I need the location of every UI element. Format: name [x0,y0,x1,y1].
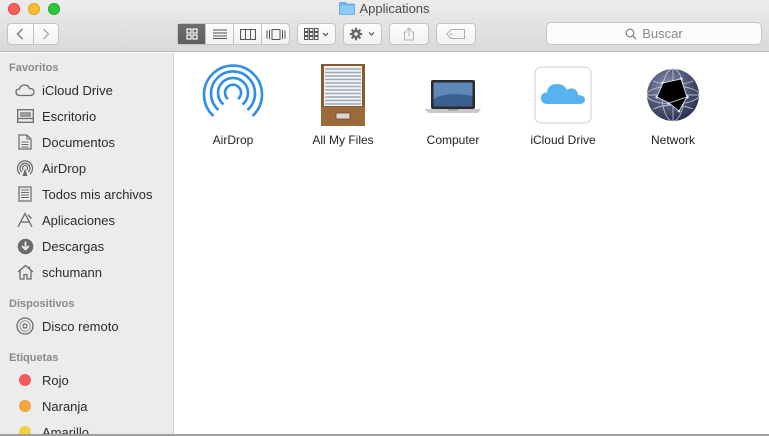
list-view-icon [212,29,227,39]
action-button[interactable] [343,23,382,45]
window-title: Applications [0,1,769,16]
search-field[interactable]: Buscar [546,22,762,45]
file-item-label: Computer [426,133,480,147]
sidebar-item-label: Descargas [42,238,105,254]
list-view-button[interactable] [205,24,233,44]
sidebar-item-label: Documentos [42,134,115,150]
sidebar-item-todos-mis-archivos[interactable]: Todos mis archivos [15,183,173,205]
network-globe-icon [646,68,700,122]
sidebar-section-tags: Etiquetas [9,352,59,364]
sidebar-item-label: schumann [42,264,102,280]
applications-icon [17,212,33,228]
column-view-icon [239,28,256,40]
desktop-icon [16,109,34,123]
sidebar-section-favorites: Favoritos [9,62,59,74]
cloud-icon [15,84,35,97]
all-files-icon [18,186,32,202]
file-cabinet-icon [321,64,365,126]
icloud-drive-icon [534,66,592,124]
file-item-label: AirDrop [212,133,254,147]
sidebar-item-label: AirDrop [42,160,87,176]
airdrop-large-icon [202,64,264,126]
chevron-right-icon [42,28,50,40]
file-item-label: All My Files [312,133,374,147]
sidebar-item-icloud-drive[interactable]: iCloud Drive [15,79,173,101]
sidebar-item-label: Naranja [42,398,88,414]
gear-icon [349,27,374,41]
folder-icon [339,2,356,15]
sidebar-item-disco-remoto[interactable]: Disco remoto [15,315,173,337]
file-item-computer[interactable]: Computer [403,61,503,161]
search-icon [625,28,637,40]
tag-button[interactable] [436,23,476,45]
airdrop-icon [16,160,34,176]
file-item-label: Network [650,133,695,147]
back-button[interactable] [8,24,33,44]
orange-tag-dot-icon [19,400,31,412]
sidebar-item-label: Todos mis archivos [42,186,153,202]
file-browser-content: AirDrop All My Files Computer iCloud Dri… [175,53,769,436]
file-item-label: iCloud Drive [530,133,596,147]
chevron-left-icon [16,28,24,40]
home-icon [17,264,33,280]
navigation-buttons [7,23,59,45]
sidebar-section-devices: Dispositivos [9,298,75,310]
arrange-button[interactable] [297,23,336,45]
laptop-icon [425,80,481,113]
arrange-grid-icon [303,28,328,40]
title-bar: Applications Buscar [0,0,769,52]
sidebar-item-label: Rojo [42,372,69,388]
sidebar-item-escritorio[interactable]: Escritorio [15,105,173,127]
file-item-airdrop[interactable]: AirDrop [183,61,283,161]
sidebar-item-documentos[interactable]: Documentos [15,131,173,153]
sidebar-item-airdrop[interactable]: AirDrop [15,157,173,179]
sidebar-item-label: iCloud Drive [42,82,113,98]
share-icon [404,27,414,41]
sidebar-item-descargas[interactable]: Descargas [15,235,173,257]
red-tag-dot-icon [19,374,31,386]
share-button[interactable] [389,23,429,45]
file-item-all-my-files[interactable]: All My Files [293,61,393,161]
file-item-network[interactable]: Network [623,61,723,161]
download-icon [17,238,33,254]
sidebar-item-label: Disco remoto [42,318,119,334]
column-view-button[interactable] [233,24,261,44]
document-icon [18,134,32,150]
sidebar-item-tag-rojo[interactable]: Rojo [15,369,173,391]
disc-icon [16,317,34,335]
icon-view-icon [185,28,198,40]
tag-icon [446,29,465,39]
sidebar-item-label: Aplicaciones [42,212,115,228]
file-item-icloud-drive[interactable]: iCloud Drive [513,61,613,161]
sidebar-item-schumann[interactable]: schumann [15,261,173,283]
sidebar: Favoritos iCloud Drive Escritorio Docume… [0,53,174,436]
view-mode-switcher [177,23,290,45]
cover-flow-view-button[interactable] [261,24,289,44]
cover-flow-view-icon [266,28,285,40]
window-title-text: Applications [359,1,430,16]
search-placeholder: Buscar [642,26,683,41]
sidebar-item-label: Escritorio [42,108,97,124]
sidebar-item-aplicaciones[interactable]: Aplicaciones [15,209,173,231]
sidebar-item-tag-naranja[interactable]: Naranja [15,395,173,417]
forward-button[interactable] [32,24,59,44]
icon-view-button[interactable] [178,24,205,44]
